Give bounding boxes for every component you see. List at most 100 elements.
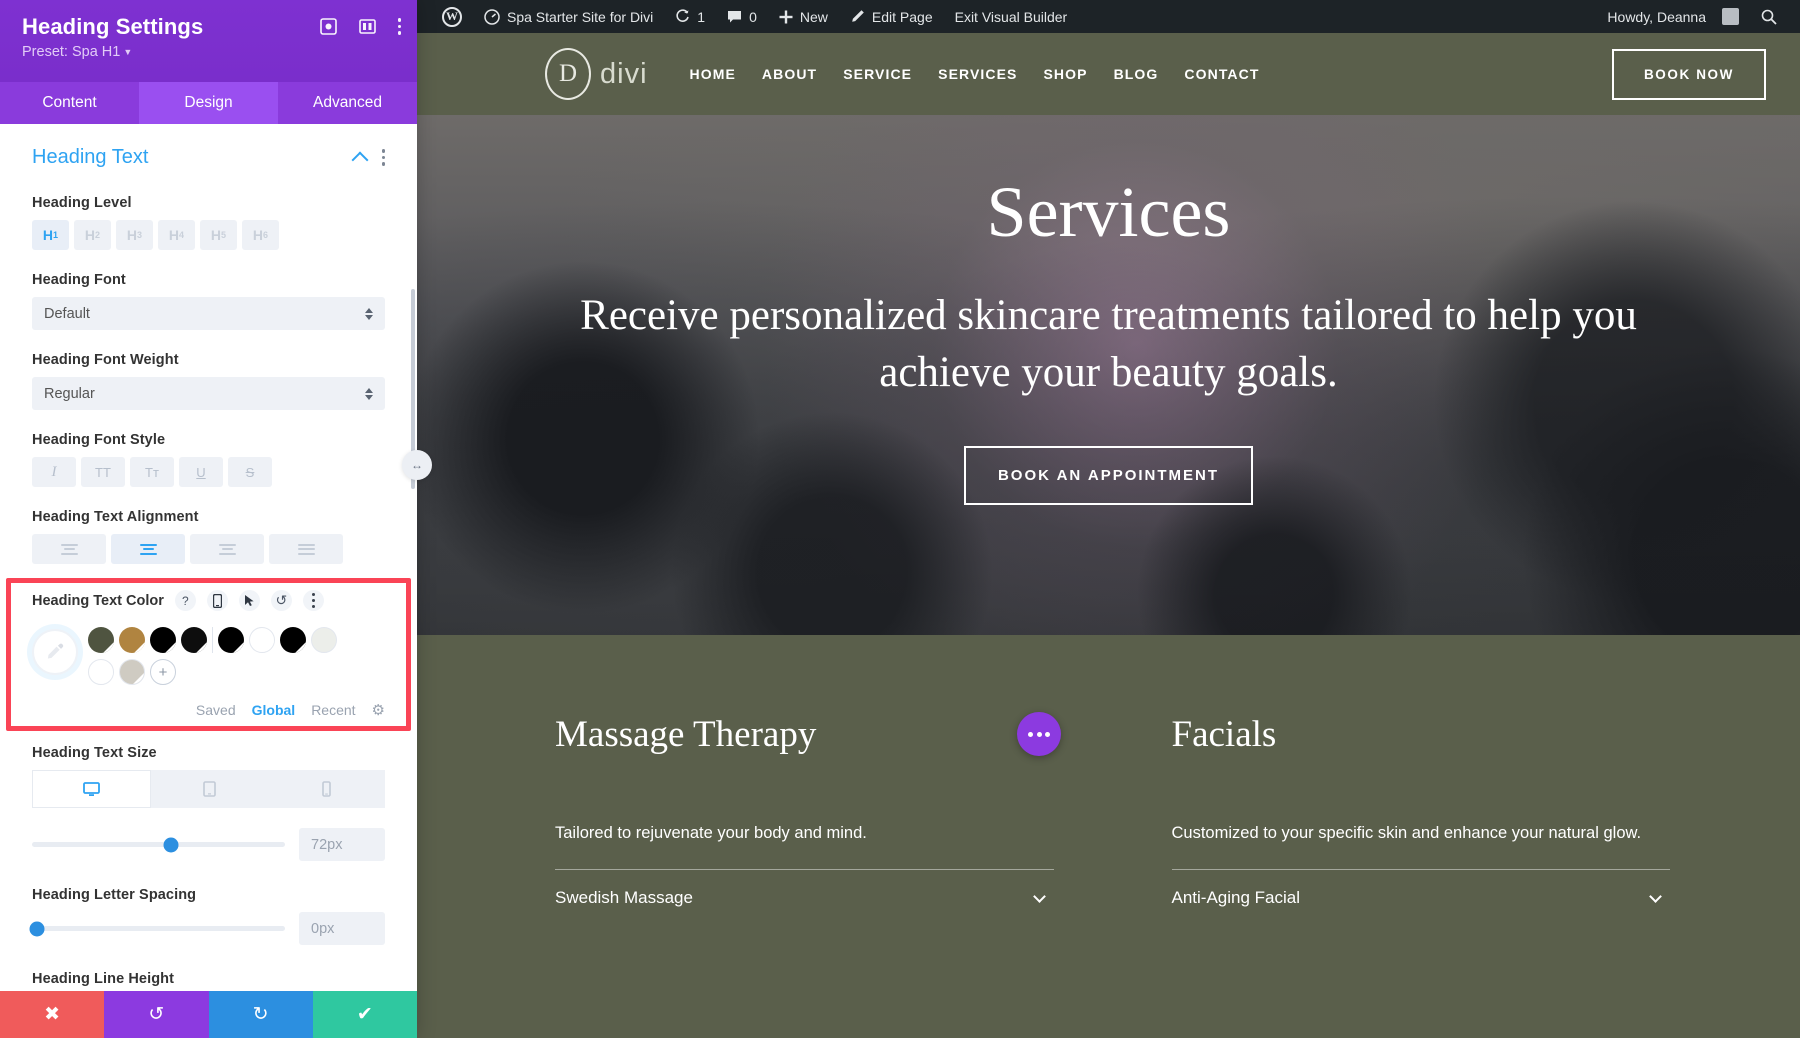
swatch-black-2[interactable] [181,627,207,653]
hero-title: Services [986,172,1231,252]
phone-icon[interactable] [268,770,385,808]
layout-columns-icon[interactable] [358,19,376,34]
heading-text-size-slider[interactable] [32,837,285,852]
heading-level-h5[interactable]: H5 [200,220,237,250]
updates-icon [676,9,690,22]
nav-item-contact[interactable]: CONTACT [1184,66,1259,82]
tab-design[interactable]: Design [139,82,278,124]
site-name-label: Spa Starter Site for Divi [507,8,654,25]
swatch-white-2[interactable] [88,659,114,685]
divi-builder-fab-button[interactable] [1017,712,1061,756]
heading-level-h6[interactable]: H6 [242,220,279,250]
heading-text-color-field: Heading Text Color ? ↺ + Saved Global Re… [6,578,411,731]
nav-item-shop[interactable]: SHOP [1043,66,1087,82]
select-arrows-icon [365,387,373,400]
heading-font-weight-select[interactable]: Regular [32,377,385,410]
align-right-icon[interactable] [190,534,264,564]
swatch-offwhite-1[interactable] [311,627,337,653]
cancel-button[interactable]: ✖ [0,991,105,1038]
help-icon[interactable]: ? [174,590,196,611]
preset-selector[interactable]: Preset: Spa H1 ▼ [22,44,397,60]
heading-font-select[interactable]: Default [32,297,385,330]
updates-link[interactable]: 1 [664,0,716,33]
tab-content[interactable]: Content [0,82,139,124]
color-tab-saved[interactable]: Saved [196,702,236,718]
nav-item-blog[interactable]: BLOG [1114,66,1159,82]
align-left-icon[interactable] [32,534,106,564]
gear-icon[interactable]: ⚙ [372,701,385,719]
underline-icon[interactable]: U [179,457,223,487]
heading-font-style-label: Heading Font Style [32,432,166,448]
tablet-icon[interactable] [151,770,268,808]
reset-icon[interactable]: ↺ [270,590,292,611]
color-more-options-icon[interactable] [302,590,324,611]
site-preview: W Spa Starter Site for Divi 1 0 New Edit… [417,0,1800,1038]
accordion-item[interactable]: Anti-Aging Facial [1171,869,1670,908]
small-caps-icon[interactable]: Tт [130,457,174,487]
site-logo[interactable]: D divi [545,48,648,100]
howdy-label: Howdy, Deanna [1607,8,1706,25]
swatch-beige[interactable] [119,659,145,685]
tab-advanced[interactable]: Advanced [278,82,417,124]
admin-bar-right: Howdy, Deanna [1596,0,1788,33]
wp-logo-icon[interactable]: W [431,0,473,33]
chevron-up-icon[interactable] [351,151,368,168]
nav-item-about[interactable]: ABOUT [762,66,817,82]
edit-page-link[interactable]: Edit Page [839,0,944,33]
save-button[interactable]: ✔ [312,991,417,1038]
nav-item-home[interactable]: HOME [690,66,736,82]
heading-letter-spacing-value[interactable]: 0px [299,912,385,945]
heading-level-h3[interactable]: H3 [116,220,153,250]
heading-font-field: Heading Font Default [32,272,385,330]
swatch-olive[interactable] [88,627,114,653]
heading-level-h4[interactable]: H4 [158,220,195,250]
swatch-black-3[interactable] [218,627,244,653]
color-tab-global[interactable]: Global [252,702,296,718]
section-title: Heading Text [32,146,149,168]
new-content-link[interactable]: New [768,0,839,33]
nav-item-service[interactable]: SERVICE [843,66,912,82]
align-justify-icon[interactable] [269,534,343,564]
plus-icon [779,10,793,23]
uppercase-icon[interactable]: TT [81,457,125,487]
accordion-item[interactable]: Swedish Massage [555,869,1054,908]
eyedropper-icon[interactable] [32,629,78,675]
strikethrough-icon[interactable]: S [228,457,272,487]
slider-knob[interactable] [29,921,45,936]
column-title: Facials [1171,714,1277,755]
heading-text-size-value[interactable]: 72px [299,828,385,861]
book-now-button[interactable]: BOOK NOW [1611,48,1766,100]
more-options-icon[interactable] [397,18,401,35]
undo-button[interactable]: ↺ [104,991,209,1038]
comments-link[interactable]: 0 [716,0,768,33]
accordion-label: Anti-Aging Facial [1171,888,1301,907]
section-more-options-icon[interactable] [381,149,385,166]
panel-footer: ✖ ↺ ↻ ✔ [0,991,417,1038]
search-icon[interactable] [1750,0,1788,33]
heading-level-h2[interactable]: H2 [74,220,111,250]
add-swatch-button[interactable]: + [150,659,176,685]
slider-knob[interactable] [163,837,179,852]
heading-letter-spacing-slider[interactable] [29,921,285,936]
book-appointment-button[interactable]: BOOK AN APPOINTMENT [963,445,1254,505]
swatch-black-1[interactable] [150,627,176,653]
desktop-icon[interactable] [32,770,151,808]
howdy-user-menu[interactable]: Howdy, Deanna [1596,0,1750,33]
align-center-icon[interactable] [111,534,185,564]
swatch-white-1[interactable] [249,627,275,653]
panel-resize-handle[interactable]: ↔ [402,450,432,480]
color-tab-recent[interactable]: Recent [311,702,355,718]
heading-font-weight-value: Regular [44,385,95,402]
exit-visual-builder-link[interactable]: Exit Visual Builder [944,0,1079,33]
responsive-phone-icon[interactable] [206,590,228,611]
italic-icon[interactable]: I [32,457,76,487]
swatch-black-4[interactable] [280,627,306,653]
nav-item-services[interactable]: SERVICES [938,66,1017,82]
swatch-tan[interactable] [119,627,145,653]
color-swatches: + [32,627,385,685]
hover-cursor-icon[interactable] [238,590,260,611]
site-name-link[interactable]: Spa Starter Site for Divi [473,0,664,33]
redo-button[interactable]: ↻ [208,991,313,1038]
focus-target-icon[interactable] [319,18,337,35]
heading-level-h1[interactable]: H1 [32,220,69,250]
